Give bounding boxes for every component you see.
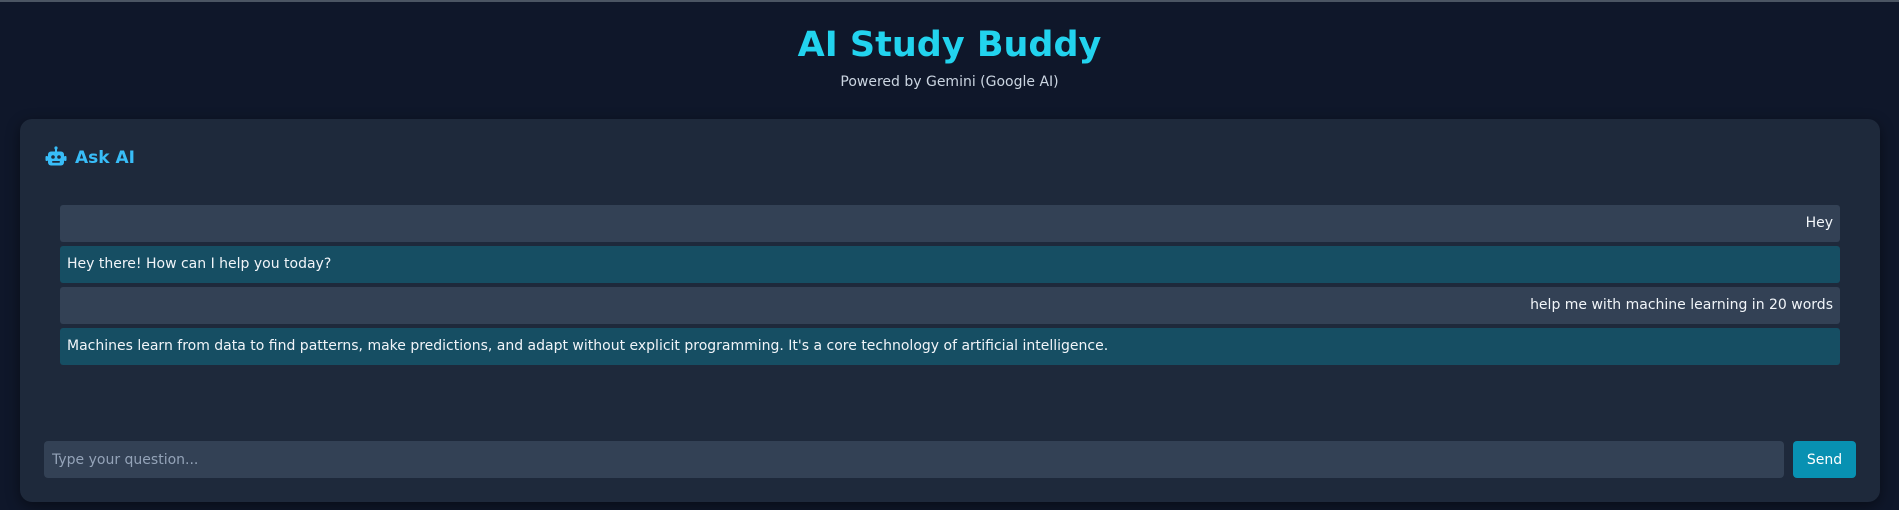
ai-message: Machines learn from data to find pattern…: [60, 328, 1840, 365]
user-message: Hey: [60, 205, 1840, 242]
question-input-row: Send: [44, 441, 1856, 478]
robot-icon: [44, 146, 68, 170]
chat-card: Ask AI Hey Hey there! How can I help you…: [20, 119, 1880, 502]
ai-message: Hey there! How can I help you today?: [60, 246, 1840, 283]
app-title: AI Study Buddy: [797, 25, 1102, 65]
app-subtitle: Powered by Gemini (Google AI): [840, 74, 1059, 90]
question-input[interactable]: [44, 441, 1784, 478]
send-button[interactable]: Send: [1793, 441, 1856, 478]
chat-card-title: Ask AI: [75, 148, 135, 168]
chat-card-header: Ask AI: [44, 145, 135, 171]
user-message: help me with machine learning in 20 word…: [60, 287, 1840, 324]
message-list: Hey Hey there! How can I help you today?…: [60, 205, 1840, 369]
window-top-edge: [0, 0, 1899, 2]
